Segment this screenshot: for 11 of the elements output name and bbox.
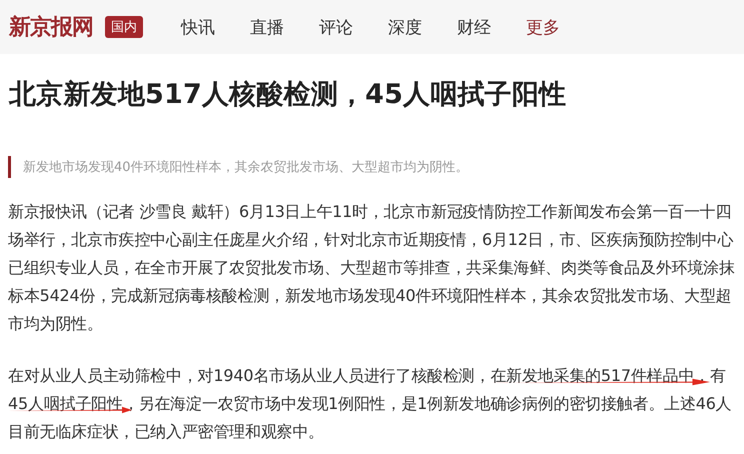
article-title: 北京新发地517人核酸检测，45人咽拭子阳性 <box>9 78 568 112</box>
nav-link[interactable]: 评论 <box>319 16 353 38</box>
nav-link[interactable]: 快讯 <box>181 16 215 38</box>
section-tag[interactable]: 国内 <box>105 16 143 38</box>
nav-link[interactable]: 更多 <box>526 16 560 38</box>
nav-link[interactable]: 深度 <box>388 16 422 38</box>
nav-link[interactable]: 直播 <box>250 16 284 38</box>
article-paragraph: 新京报快讯（记者 沙雪良 戴轩）6月13日上午11时，北京市新冠疫情防控工作新闻发布会第一百一十四场举行，北京市疾控中心副主任庞星火介绍，针对北京市近期疫情，6月12日，市、区疾病预防控制中心已组织专业人员，在全市开展了农贸批发市场、大型超市等排查，共采集海鲜、肉类等食品及外环境涂抹标本5424份，完成新冠病毒核酸检测，新发地市场发现40件环境阳性样本，其余农贸批发市场、大型超市均为阴性。 <box>8 201 736 335</box>
article-summary: 新发地市场发现40件环境阳性样本，其余农贸批发市场、大型超市均为阴性。 <box>8 156 744 178</box>
nav-link[interactable]: 财经 <box>457 16 491 38</box>
site-logo[interactable]: 新京报网 <box>9 12 93 42</box>
